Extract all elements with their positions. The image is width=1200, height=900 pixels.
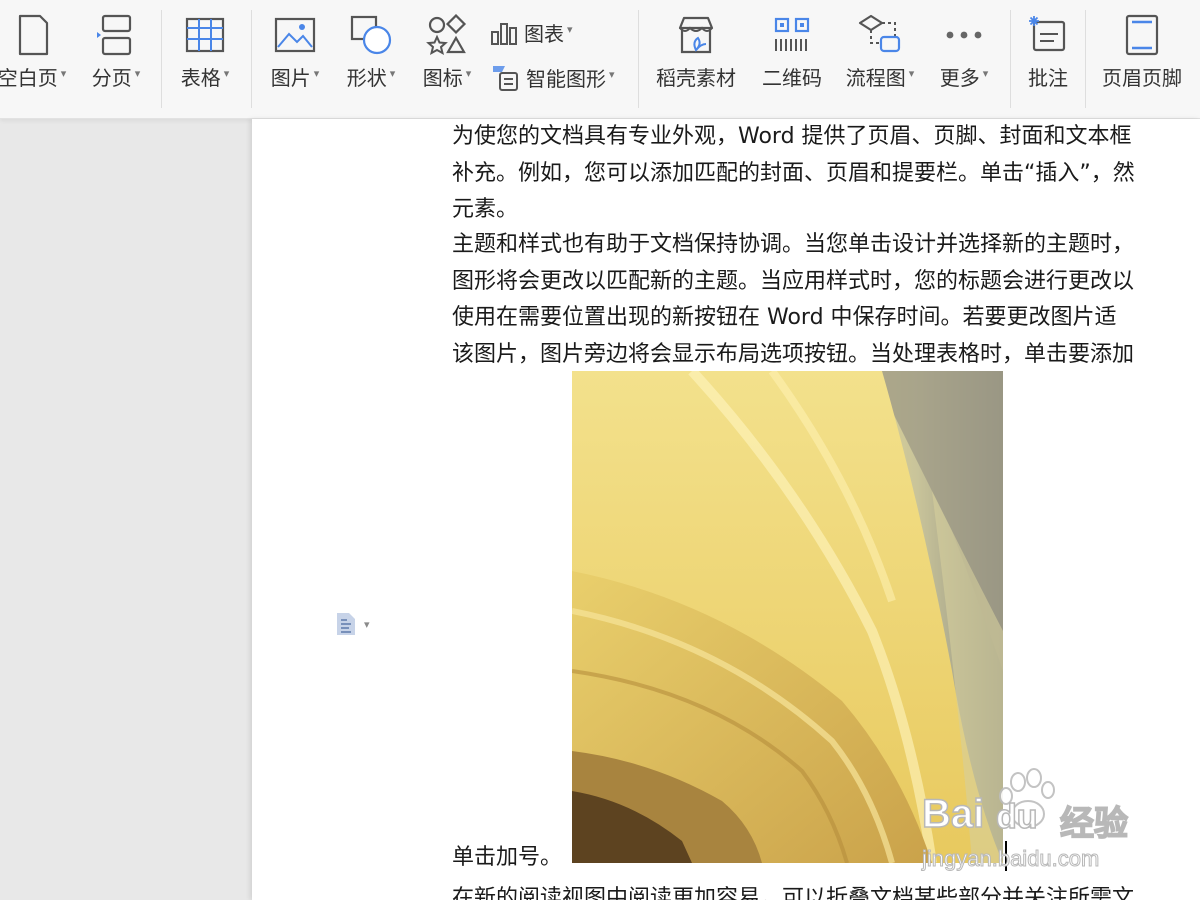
- text-line[interactable]: 补充。例如，您可以添加匹配的封面、页眉和提要栏。单击“插入”，然: [452, 156, 1200, 193]
- smart-art-caret[interactable]: ▾: [609, 68, 615, 81]
- daoke-material-label: 稻壳素材: [656, 66, 736, 90]
- icon-library-caret[interactable]: ▾: [466, 67, 472, 80]
- comment-button[interactable]: 批注: [1018, 0, 1078, 118]
- text-line[interactable]: 主题和样式也有助于文档保持协调。当您单击设计并选择新的主题时，: [452, 227, 1200, 264]
- blank-page-icon: [12, 12, 52, 58]
- icon-library-button[interactable]: 图标 ▾: [414, 0, 480, 118]
- flowchart-label: 流程图: [845, 66, 906, 90]
- text-line[interactable]: 在新的阅读视图中阅读更加容易，可以折叠文档某些部分并关注所需文: [452, 881, 1200, 900]
- table-label: 表格: [180, 66, 221, 90]
- smart-art-label: 智能图形: [526, 66, 606, 91]
- picture-icon: [273, 12, 317, 58]
- text-line[interactable]: 使用在需要位置出现的新按钮在 Word 中保存时间。若要更改图片适: [452, 300, 1200, 337]
- smart-art-icon: [493, 66, 518, 91]
- page-break-button[interactable]: 分页 ▾: [84, 0, 148, 118]
- comment-label: 批注: [1028, 66, 1068, 90]
- insert-ribbon: 空白页 ▾ 分页 ▾ 表格 ▾ 图片 ▾ 形状 ▾ 图标 ▾ 图表 ▾ 智能图形…: [0, 0, 1200, 119]
- toolbar-separator: [1085, 10, 1086, 108]
- qr-code-label: 二维码: [762, 66, 822, 90]
- picture-label: 图片: [270, 66, 311, 90]
- header-footer-button[interactable]: 页眉页脚: [1092, 0, 1192, 118]
- watermark-brand-du: du: [995, 797, 1038, 837]
- chart-label: 图表: [524, 22, 564, 46]
- toolbar-separator: [1010, 10, 1011, 108]
- more-caret[interactable]: ▾: [983, 67, 989, 80]
- table-caret[interactable]: ▾: [224, 67, 230, 80]
- baidu-watermark: Bai du 经验 jingyan.baidu.com: [920, 768, 1150, 878]
- watermark-url: jingyan.baidu.com: [921, 846, 1100, 872]
- flowchart-icon: [857, 12, 903, 58]
- text-line[interactable]: 为使您的文档具有专业外观，Word 提供了页眉、页脚、封面和文本框: [452, 119, 1200, 156]
- text-line[interactable]: 元素。: [452, 192, 1200, 229]
- paragraph-3[interactable]: 在新的阅读视图中阅读更加容易，可以折叠文档某些部分并关注所需文: [452, 881, 1200, 900]
- daoke-material-icon: [674, 12, 718, 58]
- chart-icon: [491, 22, 517, 45]
- qr-code-button[interactable]: 二维码: [756, 0, 828, 118]
- image-caption[interactable]: 单击加号。: [452, 839, 562, 871]
- qr-code-icon: [772, 12, 812, 58]
- more-label: 更多: [939, 66, 980, 90]
- picture-button[interactable]: 图片 ▾: [262, 0, 328, 118]
- smart-art-button[interactable]: 智能图形 ▾: [490, 62, 615, 92]
- table-icon: [184, 12, 226, 58]
- watermark-brand-cn: 经验: [1059, 804, 1129, 844]
- page-break-label: 分页: [91, 66, 132, 90]
- toolbar-separator: [161, 10, 162, 108]
- text-line[interactable]: 图形将会更改以匹配新的主题。当应用样式时，您的标题会进行更改以: [452, 264, 1200, 301]
- comment-icon: [1026, 12, 1070, 58]
- flowchart-caret[interactable]: ▾: [909, 67, 915, 80]
- paragraph-2[interactable]: 主题和样式也有助于文档保持协调。当您单击设计并选择新的主题时， 图形将会更改以匹…: [452, 227, 1200, 373]
- header-footer-label: 页眉页脚: [1102, 66, 1182, 90]
- flowchart-button[interactable]: 流程图 ▾: [838, 0, 922, 118]
- paragraph-layout-button[interactable]: ▾: [334, 611, 370, 637]
- toolbar-separator: [251, 10, 252, 108]
- shape-caret[interactable]: ▾: [390, 67, 396, 80]
- more-icon: [944, 12, 984, 58]
- table-button[interactable]: 表格 ▾: [172, 0, 238, 118]
- more-button[interactable]: 更多 ▾: [930, 0, 998, 118]
- blank-page-caret[interactable]: ▾: [61, 67, 67, 80]
- picture-caret[interactable]: ▾: [314, 67, 320, 80]
- paragraph-layout-icon: [337, 613, 355, 635]
- blank-page-button[interactable]: 空白页 ▾: [0, 0, 72, 118]
- page-break-caret[interactable]: ▾: [135, 67, 141, 80]
- shape-button[interactable]: 形状 ▾: [338, 0, 404, 118]
- chart-caret[interactable]: ▾: [567, 23, 573, 36]
- paragraph-1[interactable]: 为使您的文档具有专业外观，Word 提供了页眉、页脚、封面和文本框 补充。例如，…: [452, 119, 1200, 229]
- text-line[interactable]: 该图片，图片旁边将会显示布局选项按钮。当处理表格时，单击要添加: [452, 337, 1200, 374]
- toolbar-separator: [638, 10, 639, 108]
- shape-label: 形状: [346, 66, 387, 90]
- daoke-material-button[interactable]: 稻壳素材: [650, 0, 742, 118]
- blank-page-label: 空白页: [0, 66, 58, 90]
- paragraph-layout-caret[interactable]: ▾: [364, 618, 370, 631]
- page-break-icon: [95, 12, 137, 58]
- watermark-brand: Bai: [921, 791, 985, 837]
- shape-icon: [348, 12, 394, 58]
- icon-library-icon: [426, 12, 468, 58]
- icon-library-label: 图标: [422, 66, 463, 90]
- chart-button[interactable]: 图表 ▾: [490, 18, 573, 47]
- header-footer-icon: [1122, 12, 1162, 58]
